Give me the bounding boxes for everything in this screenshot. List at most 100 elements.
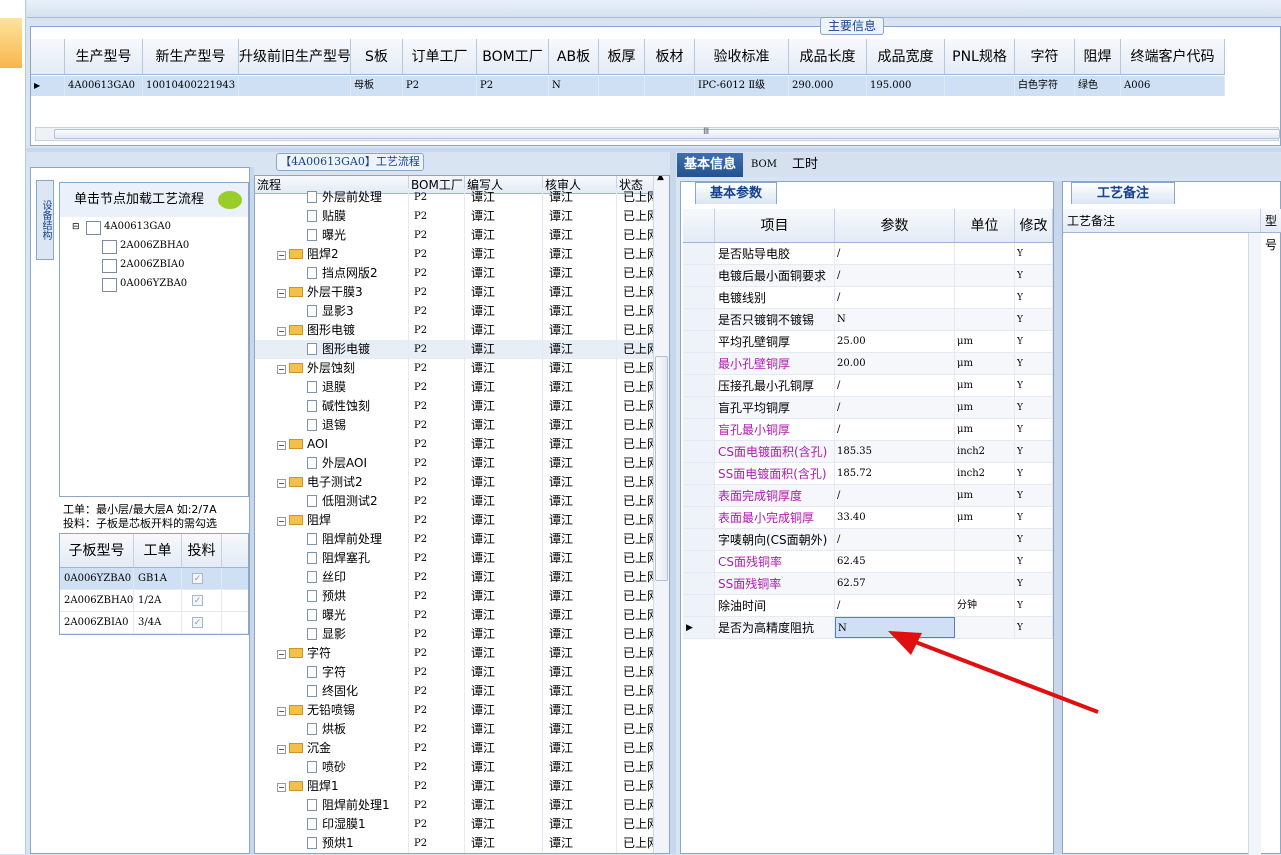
collapse-toggle-icon[interactable]: − xyxy=(277,327,286,336)
flow-row[interactable]: 外层AOI P2 谭江 谭江 已上网 xyxy=(255,454,657,473)
flow-row[interactable]: − 图形电镀 P2 谭江 谭江 已上网 xyxy=(255,321,657,340)
col-header[interactable]: 升级前旧生产型号 xyxy=(239,39,351,74)
table-row[interactable]: 2A006ZBIA0 3/4A ✓ xyxy=(60,612,248,634)
tab-work-hours[interactable]: 工时 xyxy=(787,153,823,177)
main-grid-hscroll[interactable]: Ⅲ xyxy=(35,127,1280,141)
param-value[interactable]: / xyxy=(835,419,955,440)
param-value[interactable]: N xyxy=(835,309,955,330)
param-row[interactable]: CS面电镀面积(含孔) 185.35 inch2 Y xyxy=(683,441,1053,463)
flow-row[interactable]: 贴膜 P2 谭江 谭江 已上网 xyxy=(255,207,657,226)
flow-row[interactable]: 低阻测试2 P2 谭江 谭江 已上网 xyxy=(255,492,657,511)
tree-child[interactable]: 2A006ZBHA0 xyxy=(102,238,189,254)
param-modify[interactable]: Y xyxy=(1015,419,1053,440)
param-value[interactable]: 33.40 xyxy=(835,507,955,528)
flow-row[interactable]: 预烘1 P2 谭江 谭江 已上网 xyxy=(255,834,657,853)
param-value[interactable]: / xyxy=(835,595,955,616)
table-row[interactable]: 0A006YZBA0 GB1A ✓ xyxy=(60,568,248,590)
param-modify[interactable]: Y xyxy=(1015,507,1053,528)
scroll-thumb[interactable] xyxy=(655,356,668,581)
flow-row[interactable]: − 沉金 P2 谭江 谭江 已上网 xyxy=(255,739,657,758)
param-value[interactable]: / xyxy=(835,529,955,550)
flow-row[interactable]: 终固化 P2 谭江 谭江 已上网 xyxy=(255,682,657,701)
param-modify[interactable]: Y xyxy=(1015,397,1053,418)
checkbox[interactable]: ✓ xyxy=(192,595,203,606)
param-row[interactable]: CS面残铜率 62.45 Y xyxy=(683,551,1053,573)
col-header[interactable]: 板材 xyxy=(645,39,695,74)
flow-row[interactable]: 挡点网版2 P2 谭江 谭江 已上网 xyxy=(255,264,657,283)
param-value[interactable]: / xyxy=(835,397,955,418)
tab-basic-info[interactable]: 基本信息 xyxy=(677,153,743,177)
flow-row[interactable]: − 阻焊2 P2 谭江 谭江 已上网 xyxy=(255,245,657,264)
flow-row[interactable]: 字符 P2 谭江 谭江 已上网 xyxy=(255,663,657,682)
param-modify[interactable]: Y xyxy=(1015,309,1053,330)
param-modify[interactable]: Y xyxy=(1015,331,1053,352)
param-value[interactable]: / xyxy=(835,243,955,264)
param-modify[interactable]: Y xyxy=(1015,551,1053,572)
flow-row[interactable]: 丝印 P2 谭江 谭江 已上网 xyxy=(255,568,657,587)
flow-row[interactable]: 显影3 P2 谭江 谭江 已上网 xyxy=(255,302,657,321)
param-row[interactable]: 最小孔壁铜厚 20.00 μm Y xyxy=(683,353,1053,375)
col-header[interactable]: 阻焊 xyxy=(1075,39,1121,74)
param-value[interactable]: 185.72 xyxy=(835,463,955,484)
param-row[interactable]: SS面残铜率 62.57 Y xyxy=(683,573,1053,595)
flow-row[interactable]: − 外层蚀刻 P2 谭江 谭江 已上网 xyxy=(255,359,657,378)
flow-vscroll[interactable]: ▲ xyxy=(653,176,669,853)
param-value[interactable]: 62.57 xyxy=(835,573,955,594)
param-value[interactable]: / xyxy=(835,485,955,506)
param-modify[interactable]: Y xyxy=(1015,265,1053,286)
col-header[interactable]: PNL规格 xyxy=(945,39,1015,74)
collapse-toggle-icon[interactable]: − xyxy=(277,650,286,659)
param-row[interactable]: 是否贴导电胶 / Y xyxy=(683,243,1053,265)
tree-child[interactable]: 2A006ZBIA0 xyxy=(102,257,185,273)
collapse-toggle-icon[interactable]: − xyxy=(277,479,286,488)
param-row[interactable]: 平均孔壁铜厚 25.00 μm Y xyxy=(683,331,1053,353)
param-modify[interactable]: Y xyxy=(1015,353,1053,374)
param-row[interactable]: 除油时间 / 分钟 Y xyxy=(683,595,1053,617)
param-row[interactable]: 表面最小完成铜厚 33.40 μm Y xyxy=(683,507,1053,529)
flow-row[interactable]: 阻焊塞孔 P2 谭江 谭江 已上网 xyxy=(255,549,657,568)
checkbox[interactable]: ✓ xyxy=(192,573,203,584)
process-remark-tab[interactable]: 工艺备注 xyxy=(1071,182,1175,204)
collapse-toggle-icon[interactable]: − xyxy=(277,707,286,716)
col-header[interactable]: 成品宽度 xyxy=(867,39,945,74)
flow-row[interactable]: − 字符 P2 谭江 谭江 已上网 xyxy=(255,644,657,663)
param-value[interactable]: 185.35 xyxy=(835,441,955,462)
param-row[interactable]: SS面电镀面积(含孔) 185.72 inch2 Y xyxy=(683,463,1053,485)
param-row[interactable]: 盲孔最小铜厚 / μm Y xyxy=(683,419,1053,441)
table-row[interactable]: 2A006ZBHA0 1/2A ✓ xyxy=(60,590,248,612)
param-row[interactable]: 压接孔最小孔铜厚 / μm Y xyxy=(683,375,1053,397)
param-value[interactable]: / xyxy=(835,375,955,396)
param-modify[interactable]: Y xyxy=(1015,485,1053,506)
flow-row[interactable]: 外层前处理 P2 谭江 谭江 已上网 xyxy=(255,188,657,207)
vertical-splitter[interactable] xyxy=(1054,181,1062,854)
param-value[interactable]: 20.00 xyxy=(835,353,955,374)
tree-collapse-icon[interactable]: ⊟ xyxy=(72,222,80,232)
scroll-up-icon[interactable]: ▲ xyxy=(657,176,664,182)
main-grid-row[interactable]: ▶ 4A00613GA0 10010400221943 母板 P2 P2 N IPC-6012… xyxy=(31,76,1225,96)
flow-row[interactable]: 预烘 P2 谭江 谭江 已上网 xyxy=(255,587,657,606)
device-structure-tab[interactable]: 设备结构 xyxy=(36,180,54,260)
collapse-toggle-icon[interactable]: − xyxy=(277,517,286,526)
vertical-splitter[interactable] xyxy=(670,152,676,854)
basic-params-tab[interactable]: 基本参数 xyxy=(695,182,777,204)
flow-row[interactable]: 阻焊前处理 P2 谭江 谭江 已上网 xyxy=(255,530,657,549)
flow-row[interactable]: 退膜 P2 谭江 谭江 已上网 xyxy=(255,378,657,397)
flow-row[interactable]: 曝光 P2 谭江 谭江 已上网 xyxy=(255,606,657,625)
flow-row[interactable]: 曝光 P2 谭江 谭江 已上网 xyxy=(255,226,657,245)
tree-child[interactable]: 0A006YZBA0 xyxy=(102,276,187,292)
col-header[interactable]: 终端客户代码 xyxy=(1121,39,1225,74)
col-header[interactable]: 验收标准 xyxy=(695,39,789,74)
flow-row[interactable]: 印湿膜1 P2 谭江 谭江 已上网 xyxy=(255,815,657,834)
app-menu-button[interactable] xyxy=(0,18,22,68)
checkbox[interactable]: ✓ xyxy=(192,617,203,628)
param-modify[interactable]: Y xyxy=(1015,573,1053,594)
remark-vscroll[interactable] xyxy=(1248,233,1261,855)
col-header[interactable]: 生产型号 xyxy=(65,39,143,74)
param-value[interactable]: / xyxy=(835,287,955,308)
param-row[interactable]: 字唛朝向(CS面朝外) / Y xyxy=(683,529,1053,551)
param-value[interactable]: 62.45 xyxy=(835,551,955,572)
param-modify[interactable]: Y xyxy=(1015,441,1053,462)
collapse-toggle-icon[interactable]: − xyxy=(277,289,286,298)
collapse-toggle-icon[interactable]: − xyxy=(277,745,286,754)
param-value[interactable]: 25.00 xyxy=(835,331,955,352)
